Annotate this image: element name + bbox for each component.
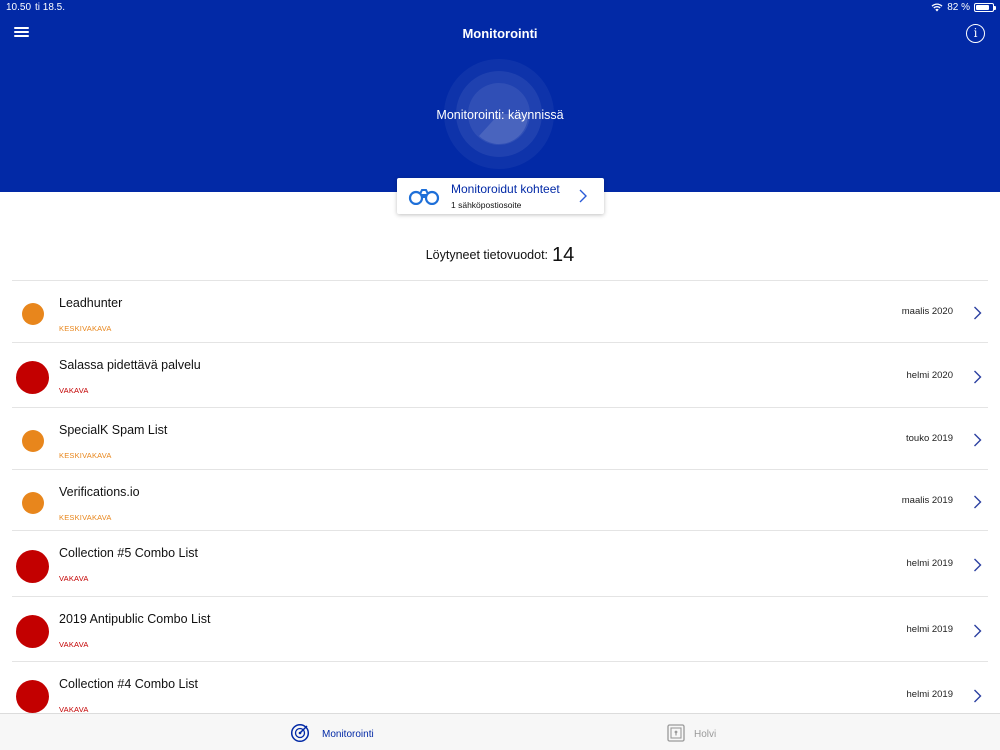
battery-percent: 82 % bbox=[947, 2, 970, 13]
breach-date: helmi 2019 bbox=[906, 689, 953, 700]
breach-name: SpecialK Spam List bbox=[59, 423, 168, 437]
breach-date: helmi 2019 bbox=[906, 558, 953, 569]
severity-dot bbox=[22, 430, 44, 452]
tab-label: Monitorointi bbox=[322, 729, 374, 740]
breach-name: Collection #4 Combo List bbox=[59, 677, 198, 691]
chevron-right-icon bbox=[974, 370, 982, 384]
breach-count-label: Löytyneet tietovuodot: bbox=[425, 248, 549, 262]
chevron-right-icon bbox=[974, 624, 982, 638]
severity-label: KESKIVAKAVA bbox=[59, 324, 112, 333]
tab-bar: Monitorointi Holvi bbox=[0, 713, 1000, 750]
tab-monitorointi[interactable]: Monitorointi bbox=[290, 714, 400, 750]
monitor-status: Monitorointi: käynnissä bbox=[436, 108, 564, 122]
severity-dot bbox=[16, 361, 49, 394]
chevron-right-icon bbox=[974, 495, 982, 509]
page-title: Monitorointi bbox=[462, 26, 538, 41]
monitored-targets-subtitle: 1 sähköpostiosoite bbox=[451, 200, 522, 210]
status-bar: 10.50 ti 18.5. 82 % bbox=[0, 0, 1000, 16]
severity-label: VAKAVA bbox=[59, 640, 89, 649]
chevron-right-icon bbox=[974, 689, 982, 703]
breach-date: helmi 2019 bbox=[906, 624, 953, 635]
monitored-targets-card[interactable]: Monitoroidut kohteet 1 sähköpostiosoite bbox=[397, 178, 604, 214]
breach-name: Salassa pidettävä palvelu bbox=[59, 358, 201, 372]
breach-date: helmi 2020 bbox=[906, 370, 953, 381]
status-right: 82 % bbox=[931, 2, 996, 13]
chevron-right-icon bbox=[974, 433, 982, 447]
breach-date: touko 2019 bbox=[905, 433, 953, 444]
vault-icon bbox=[667, 724, 685, 742]
breach-row[interactable]: 2019 Antipublic Combo List VAKAVA helmi 20… bbox=[12, 596, 988, 661]
chevron-right-icon bbox=[974, 558, 982, 572]
breach-row[interactable]: Verifications.io KESKIVAKAVA maalis 2019 bbox=[12, 469, 988, 530]
breach-name: Leadhunter bbox=[59, 296, 123, 310]
monitored-targets-title: Monitoroidut kohteet bbox=[451, 182, 560, 196]
severity-label: VAKAVA bbox=[59, 574, 89, 583]
breach-name: 2019 Antipublic Combo List bbox=[59, 612, 211, 626]
severity-dot bbox=[16, 615, 49, 648]
breach-row[interactable]: Collection #5 Combo List VAKAVA helmi 2019 bbox=[12, 530, 988, 596]
breach-row[interactable]: Leadhunter KESKIVAKAVA maalis 2020 bbox=[12, 280, 988, 342]
severity-label: VAKAVA bbox=[59, 386, 89, 395]
radar-icon bbox=[290, 723, 310, 743]
breach-count-value: 14 bbox=[552, 244, 575, 266]
breach-date: maalis 2020 bbox=[901, 306, 953, 317]
battery-fill bbox=[976, 5, 989, 10]
binoculars-icon bbox=[408, 189, 440, 205]
chevron-right-icon bbox=[974, 306, 982, 320]
wifi-icon bbox=[931, 3, 943, 12]
breach-row[interactable]: Salassa pidettävä palvelu VAKAVA helmi 202… bbox=[12, 342, 988, 407]
breach-date: maalis 2019 bbox=[901, 495, 953, 506]
breach-name: Verifications.io bbox=[59, 485, 140, 499]
severity-dot bbox=[16, 680, 49, 713]
info-icon[interactable]: i bbox=[966, 24, 985, 43]
severity-label: KESKIVAKAVA bbox=[59, 513, 112, 522]
severity-dot bbox=[16, 550, 49, 583]
severity-dot bbox=[22, 303, 44, 325]
app-header: 10.50 ti 18.5. 82 % Monitorointi i Monit… bbox=[0, 0, 1000, 192]
severity-dot bbox=[22, 492, 44, 514]
tab-holvi[interactable]: Holvi bbox=[666, 714, 746, 750]
chevron-right-icon bbox=[579, 189, 587, 203]
status-time: 10.50 bbox=[6, 2, 32, 13]
battery-icon bbox=[974, 3, 996, 12]
breach-name: Collection #5 Combo List bbox=[59, 546, 198, 560]
severity-label: KESKIVAKAVA bbox=[59, 451, 112, 460]
status-date: ti 18.5. bbox=[35, 2, 66, 13]
breach-count: Löytyneet tietovuodot: 14 bbox=[0, 244, 1000, 267]
tab-label: Holvi bbox=[694, 729, 717, 740]
breach-row[interactable]: SpecialK Spam List KESKIVAKAVA touko 2019 bbox=[12, 407, 988, 469]
